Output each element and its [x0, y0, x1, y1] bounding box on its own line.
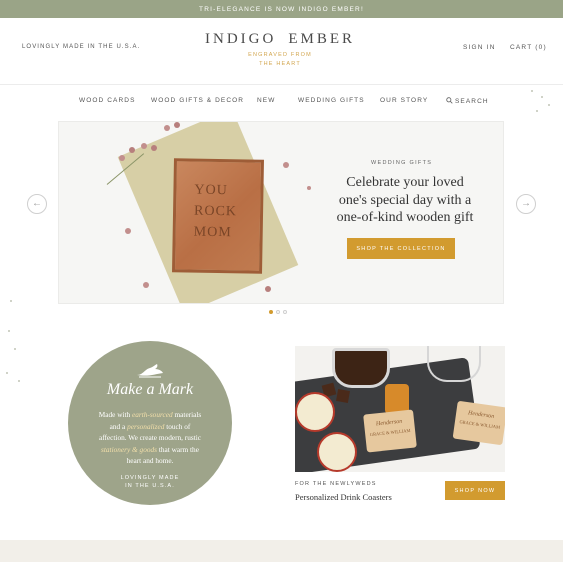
- product-eyebrow: FOR THE NEWLYWEDS: [295, 481, 377, 487]
- carousel-pagination: [269, 310, 287, 314]
- chocolate-piece: [336, 389, 350, 403]
- flower-petal: [265, 286, 271, 292]
- carousel-next-button[interactable]: →: [516, 194, 536, 214]
- badge-foot-line-2: IN THE U.S.A.: [125, 483, 175, 489]
- flower-petal: [119, 155, 125, 161]
- flower-petal: [174, 122, 180, 128]
- nav-wood-cards[interactable]: WOOD CARDS: [79, 97, 136, 104]
- shop-now-button[interactable]: SHOP NOW: [445, 481, 505, 500]
- hero-title-line-2: one's special day with a: [338, 192, 472, 208]
- decorative-speck: [18, 380, 20, 382]
- nav-search-label: SEARCH: [455, 98, 489, 105]
- flower-petal: [307, 186, 311, 190]
- bird-icon: [137, 364, 163, 378]
- product-title[interactable]: Personalized Drink Coasters: [295, 492, 392, 502]
- shop-collection-button[interactable]: SHOP THE COLLECTION: [347, 238, 455, 259]
- nav-wedding-gifts[interactable]: WEDDING GIFTS: [298, 97, 365, 104]
- badge-text-3: affection. We create modern, rustic: [98, 433, 202, 442]
- badge-text-4-em: stationery & goods: [101, 444, 157, 454]
- main-nav: WOOD CARDS WOOD GIFTS & DECOR NEW WEDDIN…: [0, 84, 563, 117]
- site-logo[interactable]: INDIGO EMBER ENGRAVED FROM THE HEART: [205, 30, 355, 69]
- nav-search[interactable]: SEARCH: [446, 97, 489, 105]
- badge-text-2-em: personalized: [127, 421, 165, 431]
- badge-title: Make a Mark: [106, 381, 194, 398]
- flower-petal: [125, 228, 131, 234]
- flower-petal: [151, 145, 157, 151]
- wood-card-engraving: YOU ROCK MOM: [194, 180, 238, 244]
- decorative-speck: [531, 90, 533, 92]
- decorative-speck: [14, 348, 16, 350]
- badge-foot-line-1: LOVINGLY MADE: [120, 475, 180, 481]
- site-header: LOVINGLY MADE IN THE U.S.A. INDIGO EMBER…: [0, 18, 563, 84]
- flower-petal: [164, 125, 170, 131]
- arrow-left-icon: ←: [32, 198, 42, 209]
- decorative-speck: [6, 372, 8, 374]
- badge-text-5: heart and home.: [126, 456, 174, 465]
- tea-mug: [332, 348, 390, 388]
- card-line-2: ROCK: [193, 203, 238, 220]
- nav-our-story[interactable]: OUR STORY: [380, 97, 428, 104]
- announcement-text: TRI-ELEGANCE IS NOW INDIGO EMBER!: [199, 5, 364, 13]
- apple-slice: [295, 392, 335, 432]
- sign-in-link[interactable]: SIGN IN: [463, 44, 496, 51]
- cart-link[interactable]: CART (0): [510, 44, 547, 51]
- decorative-speck: [548, 104, 550, 106]
- coaster-2: Henderson GRACE & WILLIAM: [452, 400, 505, 446]
- badge-text-4b: that warm the: [158, 444, 199, 454]
- carousel-prev-button[interactable]: ←: [27, 194, 47, 214]
- card-line-1: YOU: [194, 182, 228, 199]
- hero-eyebrow: WEDDING GIFTS: [371, 160, 433, 166]
- flower-petal: [141, 143, 147, 149]
- decorative-speck: [8, 330, 10, 332]
- make-a-mark-badge: Make a Mark Made with earth-sourced mate…: [68, 341, 232, 505]
- decorative-speck: [536, 110, 538, 112]
- carousel-dot-2[interactable]: [276, 310, 280, 314]
- header-tagline: LOVINGLY MADE IN THE U.S.A.: [22, 44, 141, 50]
- search-icon: [446, 97, 453, 104]
- decorative-speck: [10, 300, 12, 302]
- carousel-dot-3[interactable]: [283, 310, 287, 314]
- hero-title: Celebrate your loved one's special day w…: [324, 174, 486, 227]
- logo-word-left: INDIGO: [205, 30, 277, 47]
- nav-wood-gifts-decor[interactable]: WOOD GIFTS & DECOR: [151, 97, 244, 104]
- card-line-3: MOM: [193, 224, 232, 241]
- decorative-speck: [541, 96, 543, 98]
- badge-text-1b: materials: [174, 410, 202, 419]
- logo-subtitle-line-2: THE HEART: [259, 61, 301, 67]
- carousel-dot-1[interactable]: [269, 310, 273, 314]
- announcement-bar: TRI-ELEGANCE IS NOW INDIGO EMBER!: [0, 0, 563, 18]
- badge-text-1: Made with: [98, 410, 131, 419]
- water-glass: [427, 346, 481, 382]
- logo-subtitle: ENGRAVED FROM THE HEART: [205, 51, 355, 69]
- badge-footer: LOVINGLY MADE IN THE U.S.A.: [68, 474, 232, 490]
- badge-description: Made with earth-sourced materials and a …: [90, 409, 210, 467]
- badge-text-2: and a: [109, 421, 126, 431]
- apple-slice: [317, 432, 357, 472]
- wood-card-image: YOU ROCK MOM: [172, 158, 264, 274]
- hero-title-line-1: Celebrate your loved: [346, 175, 464, 190]
- flower-petal: [143, 282, 149, 288]
- logo-subtitle-line-1: ENGRAVED FROM: [248, 52, 312, 58]
- hero-title-line-3: one-of-kind wooden gift: [336, 210, 474, 225]
- hero-slide: YOU ROCK MOM WEDDING GIFTS Celebrate you…: [58, 121, 504, 304]
- coaster-1: Henderson GRACE & WILLIAM: [363, 409, 417, 453]
- logo-word-right: EMBER: [288, 30, 356, 47]
- badge-text-2b: touch of: [166, 421, 191, 431]
- flower-petal: [129, 147, 135, 153]
- arrow-right-icon: →: [521, 198, 531, 209]
- coasters-product-image[interactable]: Henderson GRACE & WILLIAM Henderson GRAC…: [295, 346, 505, 472]
- badge-text-1-em: earth-sourced: [132, 410, 173, 419]
- nav-new[interactable]: NEW: [257, 97, 275, 104]
- flower-petal: [283, 162, 289, 168]
- footer-strip: [0, 540, 563, 562]
